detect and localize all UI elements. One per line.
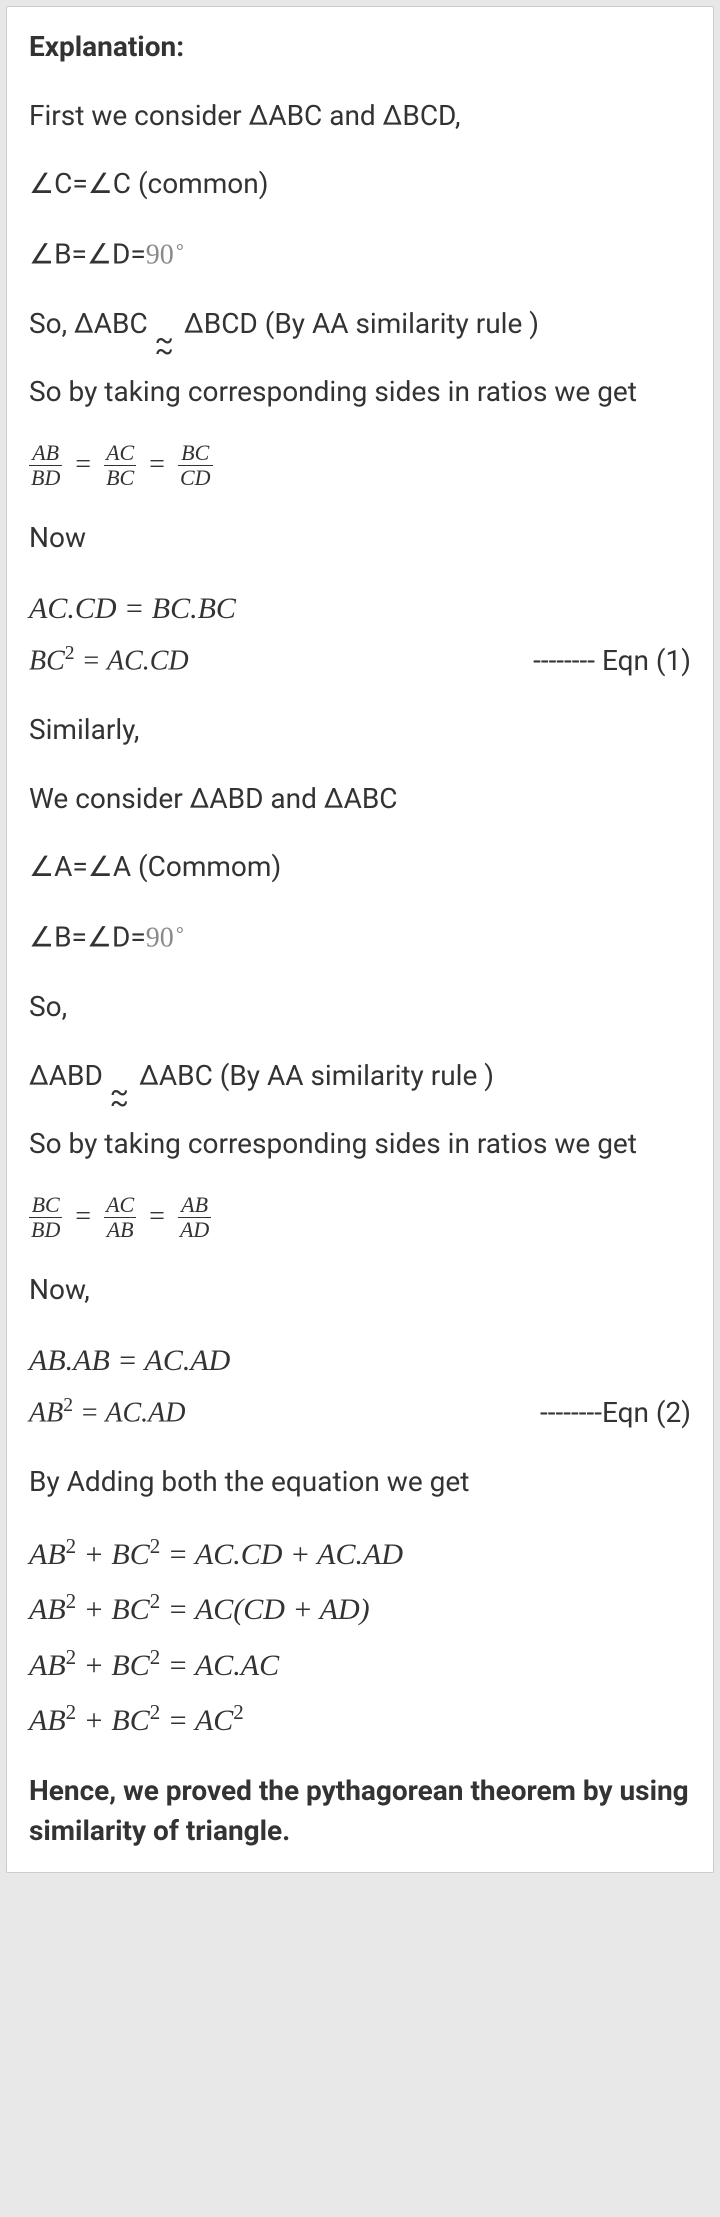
equation-2-block: AB.AB = AC.AD AB2 = AC.AD --------Eqn (2… (29, 1339, 691, 1434)
equals-4: = (143, 1201, 178, 1232)
eqn1-label: -------- Eqn (1) (189, 641, 691, 682)
para-13: So by taking corresponding sides in rati… (29, 1124, 691, 1165)
para-15: By Adding both the equation we get (29, 1462, 691, 1503)
para-4: So, ΔABC ΔBCD (By AA similarity rule ) (29, 304, 691, 345)
final-line-2: AB2 + BC2 = AC(CD + AD) (29, 1586, 691, 1632)
eq1-line2: BC2 = AC.CD (29, 640, 189, 682)
frac-ac-ab: ACAB (104, 1193, 136, 1242)
frac-ab-bd: ABBD (29, 441, 62, 490)
frac-bc-bd: BCBD (29, 1193, 62, 1242)
equals-2: = (143, 449, 178, 480)
angle-b-eq: ∠B=∠D= (29, 237, 146, 270)
degree-1: ∘ (174, 235, 186, 258)
para-9: ∠A=∠A (Commom) (29, 847, 691, 888)
ninety-1: 90 (146, 239, 174, 270)
para-14: Now, (29, 1270, 691, 1311)
final-line-4: AB2 + BC2 = AC2 (29, 1697, 691, 1743)
para-5: So by taking corresponding sides in rati… (29, 372, 691, 413)
final-block: AB2 + BC2 = AC.CD + AC.AD AB2 + BC2 = AC… (29, 1531, 691, 1743)
para-3: ∠B=∠D=90∘ (29, 233, 691, 276)
frac-ac-bc: ACBC (104, 441, 136, 490)
final-line-1: AB2 + BC2 = AC.CD + AC.AD (29, 1531, 691, 1577)
equation-1-block: AC.CD = BC.BC BC2 = AC.CD -------- Eqn (… (29, 587, 691, 682)
conclusion: Hence, we proved the pythagorean theorem… (29, 1771, 691, 1852)
equals-3: = (69, 1201, 104, 1232)
equals-1: = (69, 449, 104, 480)
final-line-3: AB2 + BC2 = AC.AC (29, 1642, 691, 1688)
para-8: We consider ΔABD and ΔABC (29, 779, 691, 820)
ratio-1: ABBD = ACBC = BCCD (29, 441, 691, 490)
para-12: ΔABD ΔABC (By AA similarity rule ) (29, 1056, 691, 1097)
para-1: First we consider ΔABC and ΔBCD, (29, 96, 691, 137)
heading: Explanation: (29, 27, 691, 68)
para-2: ∠C=∠C (common) (29, 164, 691, 205)
angle-b-eq-2: ∠B=∠D= (29, 920, 146, 953)
similar-2-a: ΔABD (29, 1059, 110, 1092)
frac-ab-ad: ABAD (178, 1193, 211, 1242)
ninety-2: 90 (146, 922, 174, 953)
para-11: So, (29, 987, 691, 1028)
similar-1-b: ΔBCD (By AA similarity rule ) (177, 307, 539, 340)
para-7: Similarly, (29, 710, 691, 751)
common-note: (common) (131, 167, 268, 200)
eqn2-label: --------Eqn (2) (186, 1393, 691, 1434)
frac-bc-cd: BCCD (178, 441, 213, 490)
similar-2-b: ΔABC (By AA similarity rule ) (132, 1059, 494, 1092)
para-6: Now (29, 518, 691, 559)
degree-2: ∘ (174, 918, 186, 941)
angle-c-eq: ∠C=∠C (29, 167, 131, 200)
explanation-card: Explanation: First we consider ΔABC and … (6, 6, 714, 1873)
para-10: ∠B=∠D=90∘ (29, 916, 691, 959)
similar-1-a: So, ΔABC (29, 307, 155, 340)
eq2-line1: AB.AB = AC.AD (29, 1344, 230, 1377)
ratio-2: BCBD = ACAB = ABAD (29, 1193, 691, 1242)
eq2-line2: AB2 = AC.AD (29, 1392, 186, 1434)
eq1-line1: AC.CD = BC.BC (29, 592, 236, 625)
